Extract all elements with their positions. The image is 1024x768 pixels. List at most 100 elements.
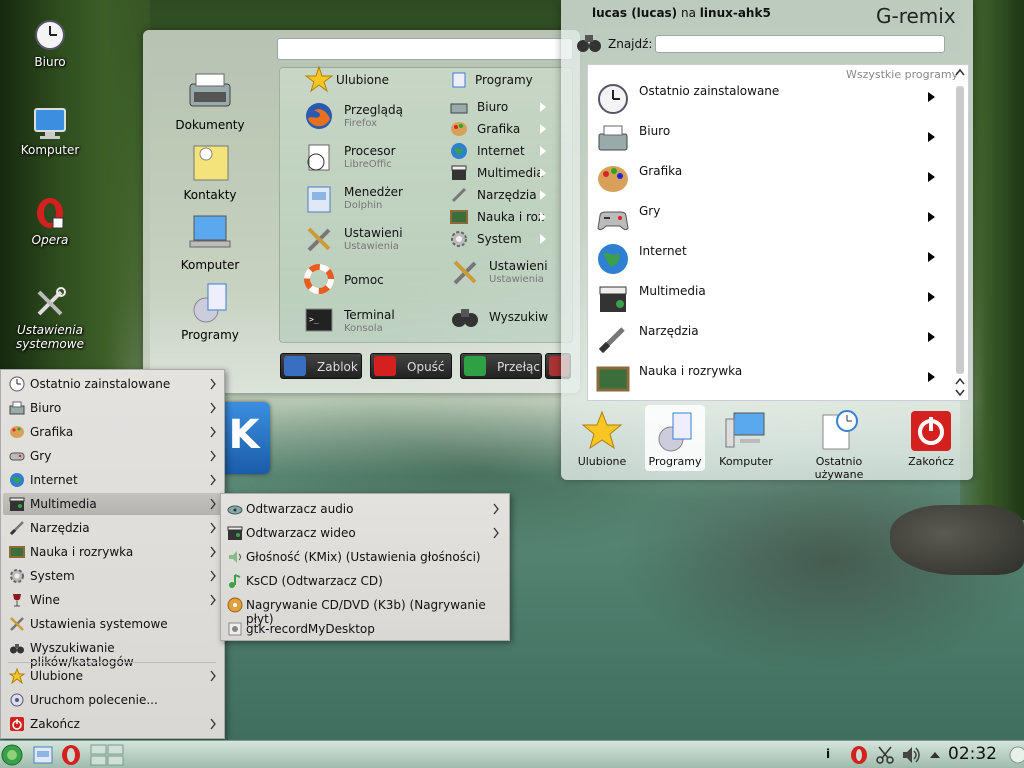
category-komputer[interactable]: Komputer bbox=[165, 210, 255, 272]
host-name: linux-ahk5 bbox=[699, 6, 771, 20]
menu-item-nauka[interactable]: Nauka i rozrywka bbox=[3, 541, 222, 563]
opera-icon[interactable] bbox=[60, 744, 82, 766]
bottom-programy[interactable]: Programy bbox=[645, 405, 705, 471]
menu-item-label: Ulubione bbox=[30, 669, 84, 683]
submenu-item-kscd[interactable]: KsCD (Odtwarzacz CD) bbox=[223, 570, 507, 592]
info-icon[interactable]: i bbox=[826, 747, 830, 761]
menu-item-gry[interactable]: Gry bbox=[3, 445, 222, 467]
menu-item-narzedzia[interactable]: Narzędzia bbox=[3, 517, 222, 539]
switch-user-button[interactable]: Przełąc bbox=[460, 353, 542, 379]
category-kontakty[interactable]: Kontakty bbox=[165, 140, 255, 202]
bottom-komputer[interactable]: Komputer bbox=[716, 405, 776, 471]
launcher-item-firefox[interactable]: Przeglądą Firefox bbox=[344, 103, 403, 129]
binoculars-icon bbox=[450, 301, 480, 331]
chevron-right-icon bbox=[540, 124, 546, 134]
wine-icon bbox=[9, 592, 25, 608]
launcher-item-biuro[interactable]: Biuro bbox=[477, 100, 508, 114]
volume-icon[interactable] bbox=[900, 744, 922, 766]
launcher-item-ulubione[interactable]: Ulubione bbox=[336, 73, 389, 87]
desktop-icon-komputer[interactable]: Komputer bbox=[10, 106, 90, 157]
palette-icon bbox=[596, 162, 630, 196]
screwdriver-icon bbox=[450, 186, 468, 204]
list-item-biuro[interactable]: Biuro bbox=[596, 120, 951, 160]
bottom-ulubione[interactable]: Ulubione bbox=[572, 405, 632, 471]
launcher-item-procesor[interactable]: Procesor LibreOffic bbox=[344, 144, 396, 170]
opera-icon[interactable] bbox=[848, 744, 870, 766]
launcher-item-internet[interactable]: Internet bbox=[477, 144, 525, 158]
menu-item-system[interactable]: System bbox=[3, 565, 222, 587]
clock[interactable]: 02:32 bbox=[948, 744, 997, 764]
category-programy[interactable]: Programy bbox=[165, 280, 255, 342]
tray-expand-icon[interactable] bbox=[928, 744, 942, 766]
launcher-item-ustawienia-2[interactable]: Ustawieni Ustawienia bbox=[489, 259, 548, 285]
start-menu-icon[interactable] bbox=[1, 744, 23, 766]
launcher-item-grafika[interactable]: Grafika bbox=[477, 122, 520, 136]
menu-item-ulubione[interactable]: Ulubione bbox=[3, 665, 222, 687]
menu-item-biuro[interactable]: Biuro bbox=[3, 397, 222, 419]
gear-icon bbox=[9, 568, 25, 584]
bottom-ostatnio[interactable]: Ostatnio używane bbox=[790, 405, 888, 481]
search-input[interactable] bbox=[655, 35, 945, 53]
launcher-item-wyszukiwanie[interactable]: Wyszukiw bbox=[489, 310, 548, 324]
launcher-item-system[interactable]: System bbox=[477, 232, 522, 246]
launcher-item-narzedzia[interactable]: Narzędzia bbox=[477, 188, 537, 202]
launcher-item-pomoc[interactable]: Pomoc bbox=[344, 273, 384, 287]
list-item-multimedia[interactable]: Multimedia bbox=[596, 280, 951, 320]
settings-tools-icon bbox=[304, 224, 334, 254]
list-item-internet[interactable]: Internet bbox=[596, 240, 951, 280]
chevron-right-icon bbox=[928, 92, 935, 102]
list-item-grafika[interactable]: Grafika bbox=[596, 160, 951, 200]
lifebuoy-icon bbox=[304, 264, 334, 294]
submenu-item-recordmydesktop[interactable]: gtk-recordMyDesktop bbox=[223, 618, 507, 640]
menu-item-ostatnio[interactable]: Ostatnio zainstalowane bbox=[3, 373, 222, 395]
scissors-icon[interactable] bbox=[874, 744, 896, 766]
menu-item-uruchom[interactable]: Uruchom polecenie... bbox=[3, 689, 222, 711]
list-scrollbar[interactable] bbox=[953, 66, 967, 399]
typewriter-icon bbox=[596, 122, 630, 156]
launcher-item-terminal[interactable]: Terminal Konsola bbox=[344, 308, 395, 334]
menu-item-zakoncz[interactable]: Zakończ bbox=[3, 713, 222, 735]
launcher-item-programy[interactable]: Programy bbox=[475, 73, 533, 87]
chevron-up-icon[interactable] bbox=[955, 68, 965, 79]
list-item-ostatnio[interactable]: Ostatnio zainstalowane bbox=[596, 80, 951, 120]
launcher-item-multimedia[interactable]: Multimedia bbox=[477, 166, 544, 180]
scrollbar-thumb[interactable] bbox=[956, 86, 964, 374]
launcher-search-input[interactable] bbox=[277, 38, 573, 60]
submenu-item-audio[interactable]: Odtwarzacz audio bbox=[223, 498, 507, 520]
launcher-item-ustawienia[interactable]: Ustawieni Ustawienia bbox=[344, 226, 403, 252]
lock-button[interactable]: Zablok bbox=[280, 353, 362, 379]
lock-icon bbox=[284, 356, 306, 376]
menu-item-grafika[interactable]: Grafika bbox=[3, 421, 222, 443]
item-label: Przeglądą bbox=[344, 103, 403, 117]
submenu-item-k3b[interactable]: Nagrywanie CD/DVD (K3b) (Nagrywanie płyt… bbox=[223, 594, 507, 626]
submenu-item-video[interactable]: Odtwarzacz wideo bbox=[223, 522, 507, 544]
file-manager-icon[interactable] bbox=[32, 744, 54, 766]
button-label: Zablok bbox=[317, 360, 358, 374]
list-item-nauka[interactable]: Nauka i rozrywka bbox=[596, 360, 951, 400]
submenu-item-kmix[interactable]: Głośność (KMix) (Ustawienia głośności) bbox=[223, 546, 507, 568]
menu-item-multimedia[interactable]: Multimedia bbox=[3, 493, 222, 515]
panel-toolbox-icon[interactable] bbox=[1004, 744, 1024, 766]
desktop-icon-opera[interactable]: Opera bbox=[10, 196, 90, 247]
desktop-icon-ustawienia[interactable]: Ustawienia systemowe bbox=[10, 286, 90, 351]
desktop-pager[interactable] bbox=[90, 744, 124, 766]
gamepad-icon bbox=[9, 448, 25, 464]
clapperboard-icon bbox=[9, 496, 25, 512]
item-sublabel: Ustawienia bbox=[344, 241, 399, 252]
menu-item-ustawienia[interactable]: Ustawienia systemowe bbox=[3, 613, 222, 635]
list-item-narzedzia[interactable]: Narzędzia bbox=[596, 320, 951, 360]
launcher-item-menedzer[interactable]: Menedżer Dolphin bbox=[344, 185, 403, 211]
submenu-item-label: Odtwarzacz wideo bbox=[246, 526, 356, 540]
menu-item-wyszukiwanie[interactable]: Wyszukiwanie plików/katalogów bbox=[3, 637, 222, 669]
menu-item-internet[interactable]: Internet bbox=[3, 469, 222, 491]
logout-button[interactable]: Opuść bbox=[370, 353, 452, 379]
launcher-item-nauka[interactable]: Nauka i roz bbox=[477, 210, 544, 224]
bottom-zakoncz[interactable]: Zakończ bbox=[901, 405, 961, 471]
menu-item-wine[interactable]: Wine bbox=[3, 589, 222, 611]
desktop-icon-biuro[interactable]: Biuro bbox=[10, 18, 90, 69]
chevron-down-icon[interactable] bbox=[955, 386, 965, 400]
chevron-right-icon bbox=[540, 190, 546, 200]
item-label: Procesor bbox=[344, 144, 396, 158]
category-dokumenty[interactable]: Dokumenty bbox=[165, 70, 255, 132]
list-item-gry[interactable]: Gry bbox=[596, 200, 951, 240]
